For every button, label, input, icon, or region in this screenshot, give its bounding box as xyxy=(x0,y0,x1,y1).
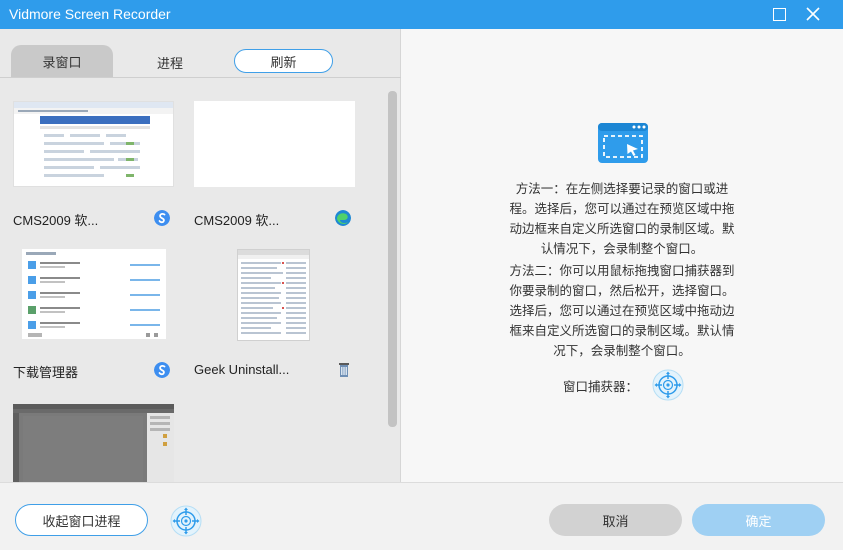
window-thumbnail[interactable] xyxy=(237,249,310,341)
tab-record-window[interactable]: 录窗口 xyxy=(11,45,113,77)
capturer-label: 窗口捕获器： xyxy=(563,380,639,394)
window-thumbnail[interactable] xyxy=(22,249,166,339)
window-list-panel: 录窗口 进程 刷新 CMS2009 软... CMS2009 软... 下载管理… xyxy=(0,29,401,482)
recycle-bin-icon xyxy=(339,363,349,377)
maximize-icon xyxy=(772,7,786,21)
cancel-button[interactable]: 取消 xyxy=(549,504,682,536)
window-capturer-icon[interactable] xyxy=(170,505,202,537)
scrollbar-thumb[interactable] xyxy=(388,91,397,427)
title-bar: Vidmore Screen Recorder xyxy=(0,0,843,29)
thumbnail-preview xyxy=(13,404,174,482)
thumbnail-preview xyxy=(26,252,160,337)
window-select-icon xyxy=(598,123,648,163)
thumbnail-label: 下载管理器 xyxy=(13,365,79,380)
thumbnail-label: CMS2009 软... xyxy=(194,213,280,228)
window-thumbnail[interactable] xyxy=(13,404,174,482)
window-thumbnail[interactable] xyxy=(13,101,174,187)
edge-icon xyxy=(335,210,351,226)
maximize-button[interactable] xyxy=(767,3,791,25)
instruction-panel: 方法一：在左侧选择要记录的窗口或进 程。选择后，您可以通过在预览区域中拖 动边框… xyxy=(401,29,843,482)
ok-button[interactable]: 确定 xyxy=(692,504,825,536)
window-capturer-icon[interactable] xyxy=(652,369,684,401)
method1-text: 方法一：在左侧选择要记录的窗口或进 程。选择后，您可以通过在预览区域中拖 动边框… xyxy=(509,182,735,256)
refresh-button[interactable]: 刷新 xyxy=(234,49,333,73)
tab-process[interactable]: 进程 xyxy=(136,51,204,73)
close-icon xyxy=(806,7,820,21)
thumbnail-preview xyxy=(14,102,173,177)
method2-text: 方法二：你可以用鼠标拖拽窗口捕获器到 你要录制的窗口，然后松开，选择窗口。 选择… xyxy=(509,264,735,358)
window-title: Vidmore Screen Recorder xyxy=(9,6,171,22)
thumbnail-label: CMS2009 软... xyxy=(13,213,99,228)
sogou-browser-icon xyxy=(154,210,170,226)
thumbnail-preview xyxy=(238,250,309,334)
thumbnail-label: Geek Uninstall... xyxy=(194,362,290,377)
sogou-browser-icon xyxy=(154,362,170,378)
collapse-window-process-button[interactable]: 收起窗口进程 xyxy=(15,504,148,536)
close-button[interactable] xyxy=(801,3,825,25)
window-thumbnail[interactable] xyxy=(194,101,355,187)
tab-divider xyxy=(0,77,401,78)
footer-bar: 收起窗口进程 取消 确定 xyxy=(0,482,843,550)
